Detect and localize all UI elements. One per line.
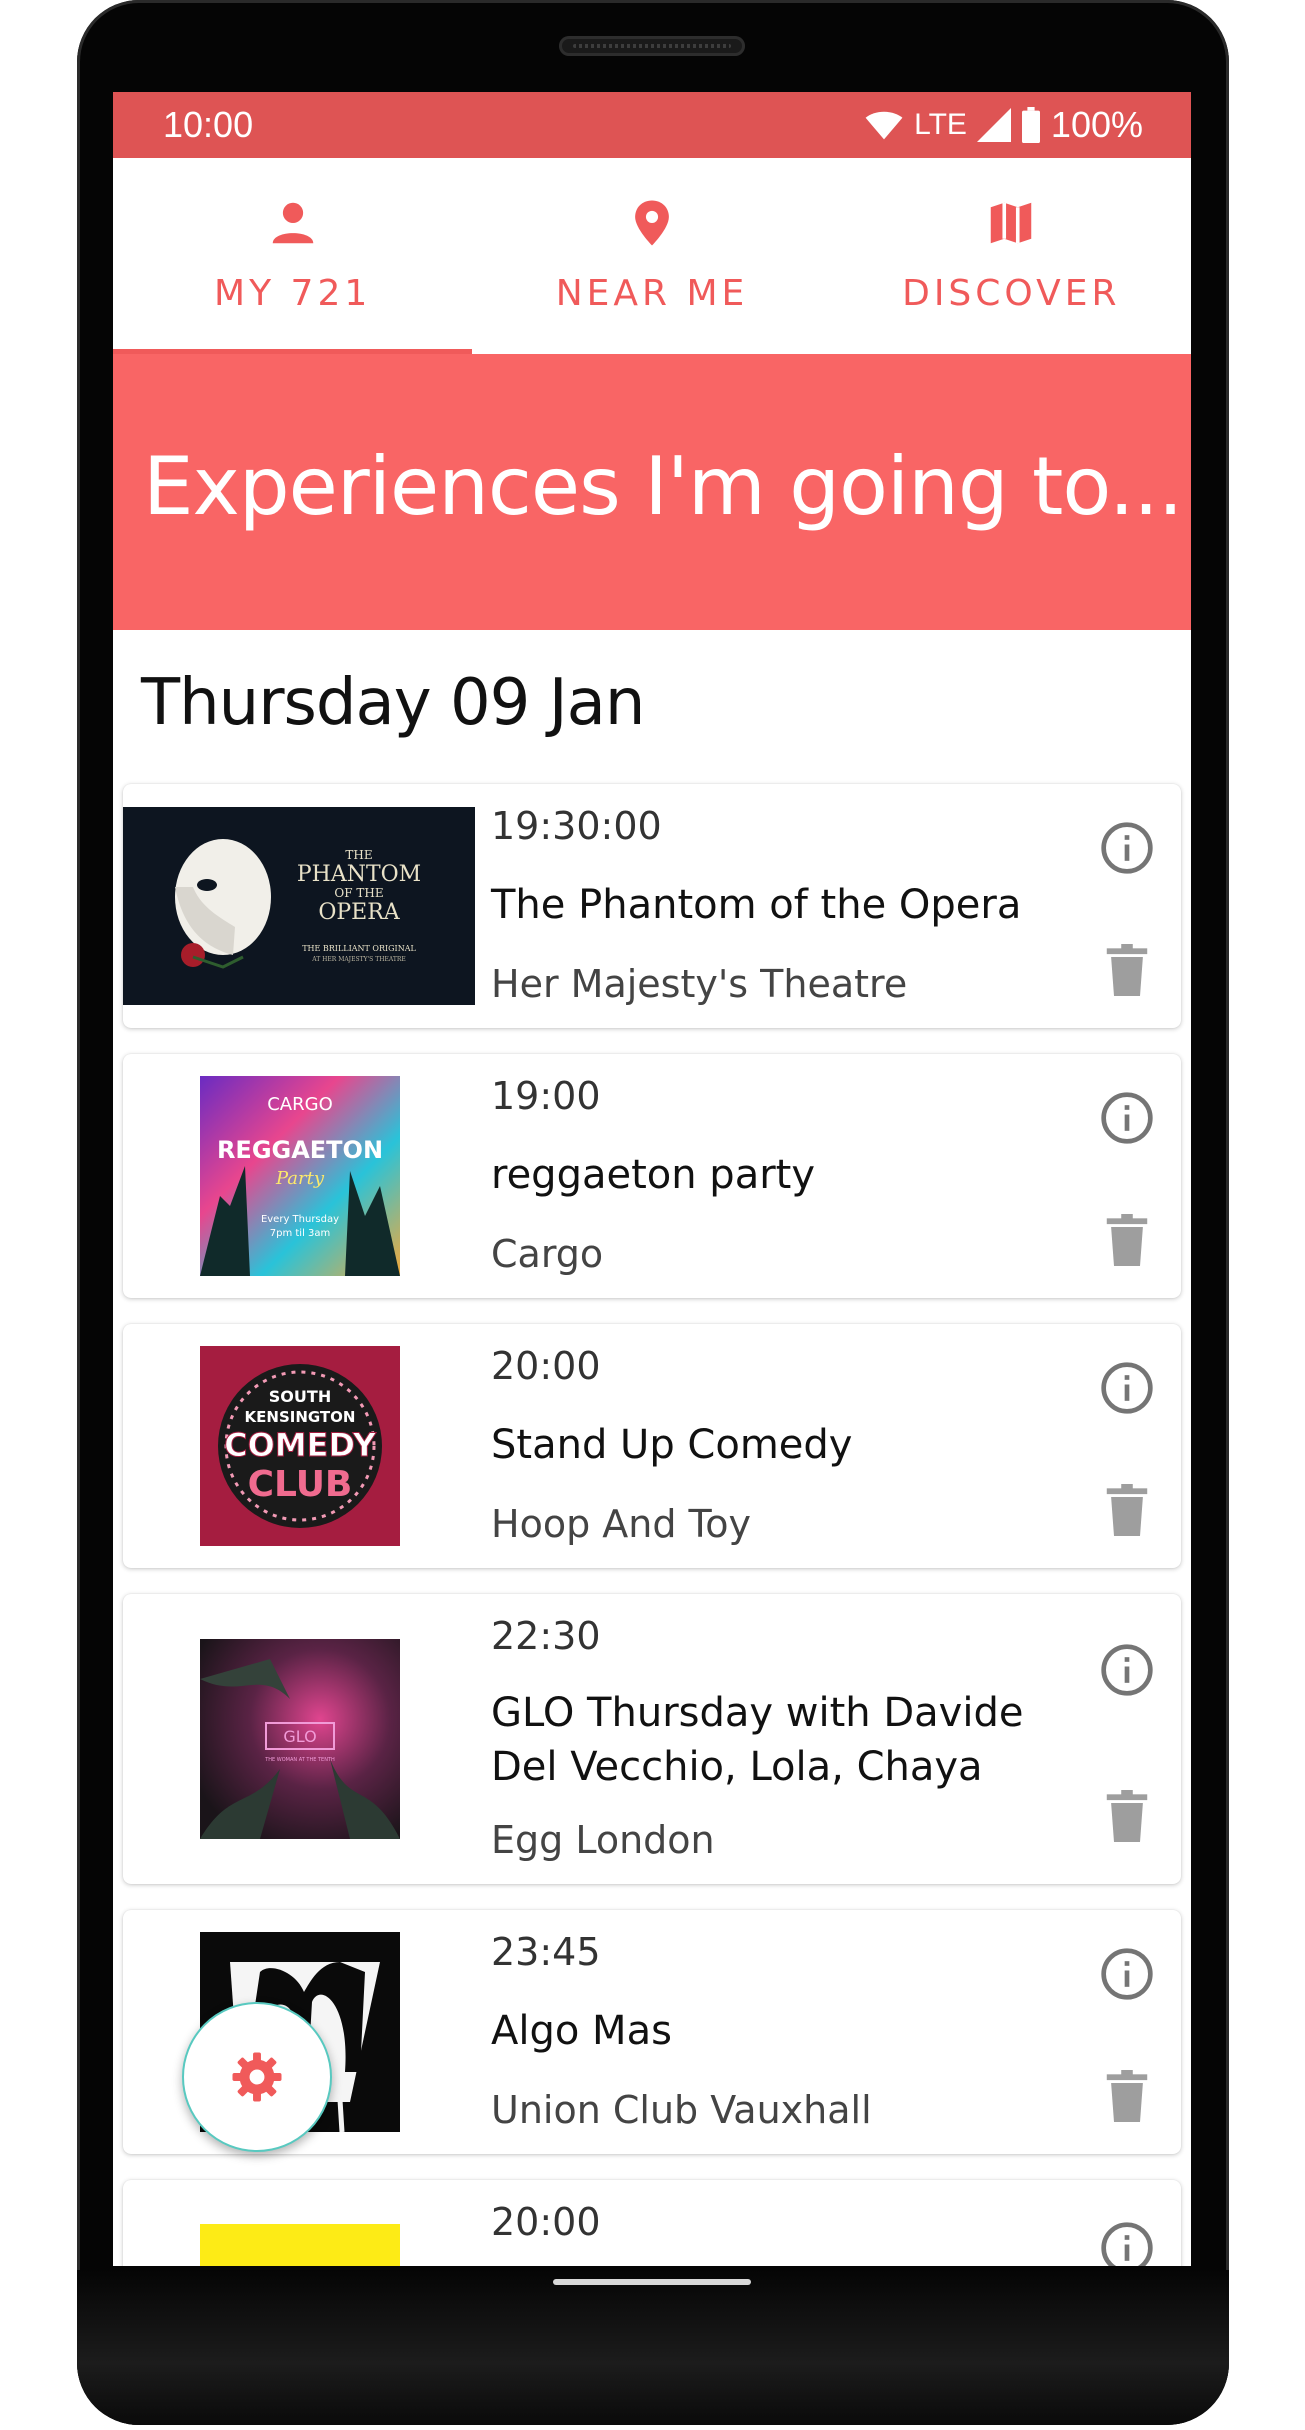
tab-my-721[interactable]: MY 721 [113, 158, 473, 354]
event-title: The Phantom of the Opera [491, 882, 1022, 928]
event-time: 19:30:00 [491, 804, 662, 848]
tab-near-me[interactable]: NEAR ME [472, 158, 831, 354]
poster-text: Party [275, 1168, 325, 1189]
home-indicator[interactable] [553, 2279, 751, 2285]
person-icon [272, 202, 313, 244]
event-venue: Union Club Vauxhall [491, 2088, 872, 2132]
phone-speaker [559, 36, 745, 56]
event-title: Algo Mas [491, 2008, 672, 2054]
tab-discover[interactable]: DISCOVER [832, 158, 1191, 354]
info-icon[interactable] [1099, 2220, 1155, 2266]
app-screen: 10:00 LTE 100% MY 721 NEAR ME DISCOVER E… [113, 92, 1191, 2266]
event-venue: Egg London [491, 1818, 715, 1862]
reggaeton-poster-image: CARGO REGGAETON Party Every Thursday 7pm… [200, 1076, 400, 1276]
signal-icon [976, 108, 1011, 142]
poster-text: PHANTOM [297, 862, 421, 887]
event-time: 22:30 [491, 1614, 601, 1658]
network-type: LTE [914, 108, 967, 141]
comedy-club-poster-image: SOUTH KENSINGTON COMEDY CLUB [200, 1346, 400, 1546]
event-poster: CARGO REGGAETON Party Every Thursday 7pm… [200, 1076, 400, 1276]
poster-text: KENSINGTON [245, 1408, 356, 1426]
poster-text: REGGAETON [217, 1136, 383, 1164]
poster-text: AT HER MAJESTY'S THEATRE [311, 956, 405, 963]
poster-text: OF THE [334, 886, 383, 900]
event-venue: Her Majesty's Theatre [491, 962, 908, 1006]
event-title: Stand Up Comedy [491, 1422, 853, 1468]
phone-bottom-bezel [77, 2270, 1229, 2425]
poster-text: Every Thursday [261, 1214, 339, 1225]
event-card[interactable]: GLO THE WOMAN AT THE TENTH 22:30 GLO Thu… [123, 1594, 1181, 1884]
event-card[interactable]: THE PHANTOM OF THE OPERA THE BRILLIANT O… [123, 784, 1181, 1028]
poster-text: CARGO [267, 1094, 333, 1115]
poster-text: SOUTH [269, 1387, 331, 1406]
event-card[interactable]: SOUTH KENSINGTON COMEDY CLUB 20:00 Stand… [123, 1324, 1181, 1568]
event-poster: SOUTH KENSINGTON COMEDY CLUB [200, 1346, 400, 1546]
event-time: 20:00 [491, 2200, 601, 2244]
event-card[interactable]: CARGO REGGAETON Party Every Thursday 7pm… [123, 1054, 1181, 1298]
poster-text: OPERA [318, 900, 400, 925]
event-time: 23:45 [491, 1930, 601, 1974]
event-time: 19:00 [491, 1074, 601, 1118]
info-icon[interactable] [1099, 1090, 1155, 1146]
poster-text: GLO [283, 1727, 316, 1746]
poster-text: CLUB [248, 1464, 353, 1505]
delete-icon[interactable] [1105, 1790, 1149, 1842]
yellow-poster-image [200, 2224, 400, 2266]
delete-icon[interactable] [1105, 944, 1149, 996]
delete-icon[interactable] [1105, 1484, 1149, 1536]
tab-label: MY 721 [214, 273, 372, 314]
event-poster: THE PHANTOM OF THE OPERA THE BRILLIANT O… [123, 807, 475, 1005]
gear-icon [232, 2052, 282, 2102]
status-time: 10:00 [163, 104, 254, 145]
event-time: 20:00 [491, 1344, 601, 1388]
poster-text: THE BRILLIANT ORIGINAL [302, 944, 416, 953]
poster-text: THE WOMAN AT THE TENTH [264, 1757, 335, 1763]
glo-poster-image: GLO THE WOMAN AT THE TENTH [200, 1639, 400, 1839]
poster-text: THE [345, 848, 372, 862]
event-title: reggaeton party [491, 1152, 816, 1198]
tab-bar: MY 721 NEAR ME DISCOVER [113, 158, 1191, 354]
info-icon[interactable] [1099, 820, 1155, 876]
tab-label: DISCOVER [902, 273, 1121, 314]
status-indicators: LTE 100% [864, 102, 1143, 148]
poster-text: 7pm til 3am [270, 1228, 331, 1239]
event-venue: Cargo [491, 1232, 604, 1276]
settings-fab[interactable] [182, 2002, 332, 2152]
event-poster [200, 2224, 400, 2266]
event-title: GLO Thursday with Davide Del Vecchio, Lo… [491, 1690, 1024, 1790]
phantom-poster-image: THE PHANTOM OF THE OPERA THE BRILLIANT O… [123, 807, 475, 1005]
battery-icon [1021, 107, 1040, 143]
event-venue: Hoop And Toy [491, 1502, 752, 1546]
date-header: Thursday 09 Jan [141, 666, 645, 740]
event-card[interactable]: 20:00 [123, 2180, 1181, 2266]
info-icon[interactable] [1099, 1946, 1155, 2002]
status-bar: 10:00 LTE 100% [113, 92, 1191, 158]
hero-title: Experiences I'm going to... [143, 440, 1183, 533]
event-poster: GLO THE WOMAN AT THE TENTH [200, 1639, 400, 1839]
poster-text: COMEDY [224, 1426, 377, 1464]
battery-percent: 100% [1050, 104, 1143, 145]
info-icon[interactable] [1099, 1642, 1155, 1698]
info-icon[interactable] [1099, 1360, 1155, 1416]
location-pin-icon [635, 200, 669, 246]
wifi-icon [865, 111, 903, 140]
tab-label: NEAR ME [555, 273, 749, 314]
delete-icon[interactable] [1105, 1214, 1149, 1266]
map-icon [991, 202, 1032, 244]
hero-banner: Experiences I'm going to... [113, 354, 1191, 630]
delete-icon[interactable] [1105, 2070, 1149, 2122]
